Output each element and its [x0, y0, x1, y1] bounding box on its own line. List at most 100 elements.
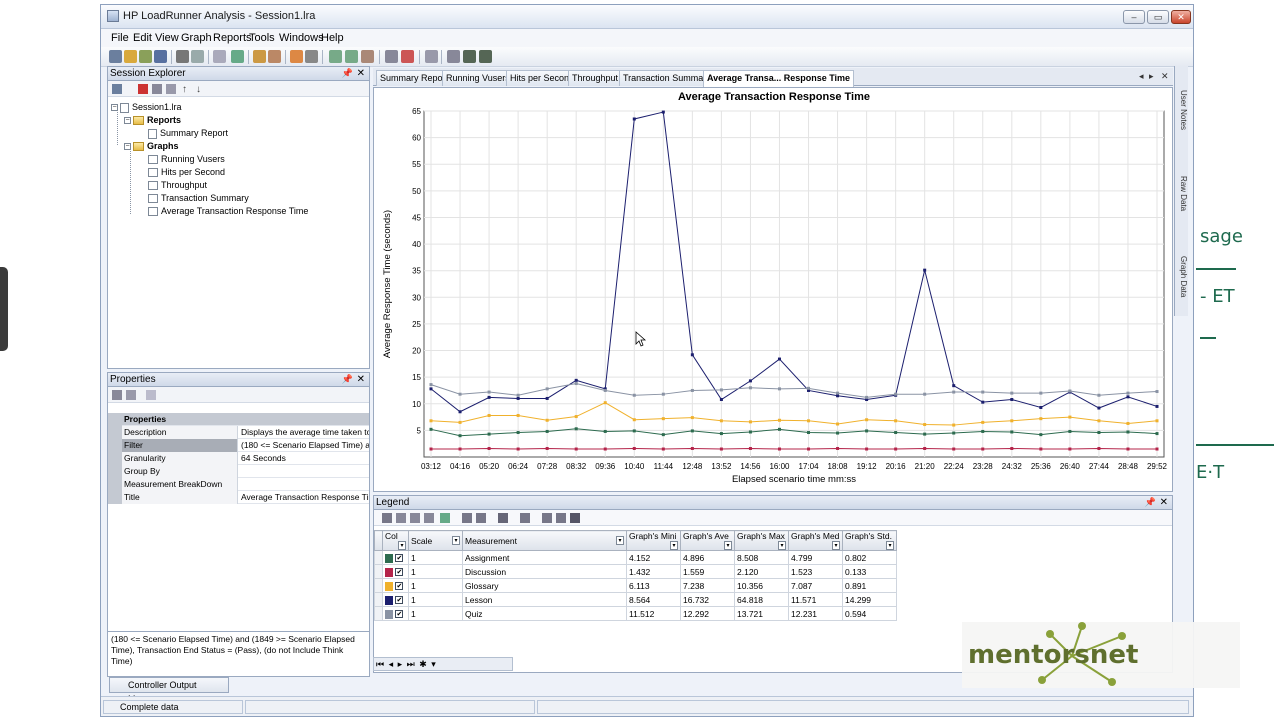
redo-icon[interactable] — [305, 50, 318, 63]
pin-icon[interactable]: 📌 — [342, 67, 353, 80]
maximize-button[interactable]: ▭ — [1147, 10, 1169, 24]
export-icon[interactable] — [447, 50, 460, 63]
remove-icon[interactable] — [401, 50, 414, 63]
column-header-scale[interactable]: Scale ▾ — [408, 530, 463, 551]
pin-icon[interactable]: 📌 — [1145, 496, 1156, 509]
side-tab-raw-data[interactable]: Raw Data — [1176, 176, 1188, 211]
menu-edit[interactable]: Edit — [133, 32, 152, 44]
export-legend-icon[interactable] — [498, 513, 508, 523]
columns-icon[interactable] — [520, 513, 530, 523]
property-row[interactable]: Group By — [108, 465, 369, 478]
property-row[interactable]: Measurement BreakDown — [108, 478, 369, 491]
chart-icon[interactable] — [463, 50, 476, 63]
move-bottom-icon[interactable] — [476, 513, 486, 523]
close-panel-icon[interactable]: ✕ — [357, 373, 365, 386]
layout-icon[interactable] — [385, 50, 398, 63]
categorized-icon[interactable] — [112, 390, 122, 400]
column-header-avg[interactable]: Graph's Ave ▾ — [680, 530, 735, 551]
tree-graph-item[interactable]: Throughput — [148, 180, 207, 191]
response-time-chart[interactable]: 5 10 15 20 25 30 35 40 45 50 55 60 65 03:12 04:16 05:20… — [374, 88, 1174, 493]
sort-alpha-icon[interactable] — [126, 390, 136, 400]
delete-icon[interactable] — [138, 84, 148, 94]
duplicate-icon[interactable] — [166, 84, 176, 94]
menu-help[interactable]: Help — [321, 32, 344, 44]
legend-row[interactable]: ✔ 1 Glossary 6.113 7.238 10.356 7.087 0.… — [374, 578, 897, 593]
generate-icon[interactable] — [139, 50, 152, 63]
collapse-icon[interactable] — [556, 513, 566, 523]
preview-icon[interactable] — [191, 50, 204, 63]
tree-root[interactable]: − Session1.lra — [111, 102, 182, 113]
undo-icon[interactable] — [290, 50, 303, 63]
tree-graph-item[interactable]: Running Vusers — [148, 154, 225, 165]
save-icon[interactable] — [154, 50, 167, 63]
show-all-icon[interactable] — [382, 513, 392, 523]
property-row[interactable]: Description Displays the average time tak… — [108, 426, 369, 439]
legend-row[interactable]: ✔ 1 Discussion 1.432 1.559 2.120 1.523 0… — [374, 564, 897, 579]
move-up-icon[interactable]: ↑ — [182, 84, 192, 95]
table-icon[interactable] — [479, 50, 492, 63]
tab-transaction-summary[interactable]: Transaction Summary — [619, 70, 715, 86]
menu-windows[interactable]: Windows — [279, 32, 324, 44]
tree-reports[interactable]: − Reports — [124, 115, 181, 126]
tab-running-vusers[interactable]: Running Vusers — [442, 70, 514, 86]
column-header-measurement[interactable]: Measurement ▾ — [462, 530, 627, 551]
column-header-min[interactable]: Graph's Mini ▾ — [626, 530, 681, 551]
property-pages-icon[interactable] — [146, 390, 156, 400]
correlate-icon[interactable] — [329, 50, 342, 63]
side-tab-graph-data[interactable]: Graph Data — [1176, 256, 1188, 297]
column-header-max[interactable]: Graph's Max ▾ — [734, 530, 789, 551]
controller-output-tab[interactable]: Controller Output Messages — [109, 677, 229, 704]
visibility-checkbox[interactable]: ✔ — [395, 554, 404, 563]
move-down-icon[interactable]: ↓ — [196, 84, 206, 95]
close-button[interactable]: ✕ — [1171, 10, 1191, 24]
tab-average-response-time[interactable]: Average Transa... Response Time — [703, 70, 855, 87]
legend-row[interactable]: ✔ 1 Assignment 4.152 4.896 8.508 4.799 0… — [374, 550, 897, 565]
column-header-col[interactable]: Col ▾ — [382, 530, 409, 551]
menu-reports[interactable]: Reports — [213, 32, 252, 44]
column-header-stddev[interactable]: Graph's Std. ▾ — [842, 530, 897, 551]
show-selected-icon[interactable] — [410, 513, 420, 523]
rename-icon[interactable] — [152, 84, 162, 94]
compare-icon[interactable] — [268, 50, 281, 63]
pin-icon[interactable]: 📌 — [342, 373, 353, 386]
legend-row[interactable]: ✔ 1 Lesson 8.564 16.732 64.818 11.571 14… — [374, 592, 897, 607]
configure-icon[interactable] — [570, 513, 580, 523]
tree-graphs[interactable]: − Graphs — [124, 141, 179, 152]
close-panel-icon[interactable]: ✕ — [1160, 496, 1168, 509]
tab-summary-report[interactable]: Summary Report — [376, 70, 453, 86]
legend-filter-icon[interactable] — [440, 513, 450, 523]
menu-tools[interactable]: Tools — [249, 32, 275, 44]
filter-icon[interactable] — [231, 50, 244, 63]
open-graph-icon[interactable] — [112, 84, 122, 94]
tab-throughput[interactable]: Throughput — [568, 70, 623, 86]
expand-icon[interactable] — [542, 513, 552, 523]
tab-scroll-right-icon[interactable]: ▸ — [1149, 71, 1154, 82]
tab-close-icon[interactable]: ✕ — [1161, 71, 1169, 82]
new-session-icon[interactable] — [109, 50, 122, 63]
cut-icon[interactable] — [213, 50, 226, 63]
find-icon[interactable] — [424, 513, 434, 523]
visibility-checkbox[interactable]: ✔ — [395, 568, 404, 577]
record-navigator[interactable]: ⏮ ◂ ▸ ⏭ ✱ ▾ — [373, 657, 513, 671]
report-icon[interactable] — [425, 50, 438, 63]
menu-file[interactable]: File — [111, 32, 129, 44]
auto-correlate-icon[interactable] — [345, 50, 358, 63]
tree-summary-report[interactable]: Summary Report — [148, 128, 228, 139]
visibility-checkbox[interactable]: ✔ — [395, 596, 404, 605]
property-category[interactable]: Properties — [108, 413, 369, 426]
property-row[interactable]: Filter(180 <= Scenario Elapsed Time) and… — [108, 439, 369, 452]
tree-graph-item[interactable]: Transaction Summary — [148, 193, 249, 204]
side-tab-user-notes[interactable]: User Notes — [1176, 90, 1188, 130]
menu-graph[interactable]: Graph — [181, 32, 212, 44]
hide-all-icon[interactable] — [396, 513, 406, 523]
tree-graph-item[interactable]: Average Transaction Response Time — [148, 206, 308, 217]
property-row[interactable]: Title Average Transaction Response Time — [108, 491, 369, 504]
open-icon[interactable] — [124, 50, 137, 63]
menu-view[interactable]: View — [155, 32, 179, 44]
add-graph-icon[interactable] — [361, 50, 374, 63]
visibility-checkbox[interactable]: ✔ — [395, 582, 404, 591]
merge-icon[interactable] — [253, 50, 266, 63]
visibility-checkbox[interactable]: ✔ — [395, 610, 404, 619]
print-icon[interactable] — [176, 50, 189, 63]
move-top-icon[interactable] — [462, 513, 472, 523]
